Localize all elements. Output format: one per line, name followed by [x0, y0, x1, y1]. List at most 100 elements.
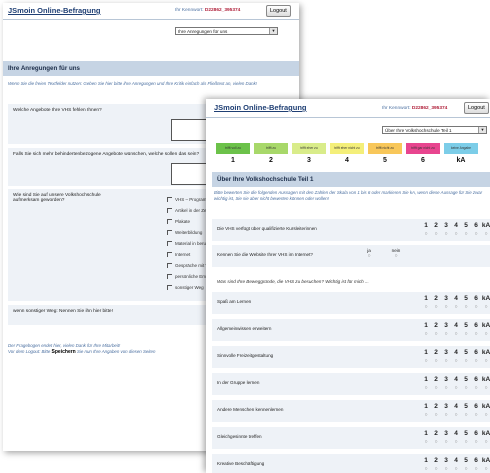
- scale-color-cell: trifft zu: [254, 143, 288, 154]
- question-missing-offers-label: Welche Angebote Ihre VHS fehlen Ihnen?: [13, 108, 102, 113]
- rating-radio[interactable]: ○: [480, 358, 490, 364]
- how-found-option-label: sonstiger Weg: [175, 285, 204, 290]
- rating-number: kA: [481, 222, 490, 229]
- scale-color-cell: trifft voll zu: [216, 143, 250, 154]
- front-section-select[interactable]: Über Ihre Volkshochschule Teil 1 ▼: [382, 126, 487, 134]
- checkbox[interactable]: [167, 263, 172, 269]
- motive-row-label: Sinnvolle Freizeitgestaltung: [217, 353, 274, 358]
- scale-number: 6: [421, 157, 425, 164]
- back-app-title[interactable]: JSmoin Online-Befragung: [8, 6, 101, 15]
- chevron-down-icon: ▼: [269, 28, 277, 34]
- how-found-option[interactable]: VHS – Programm: [167, 197, 211, 203]
- scale-color-cell: trifft nicht zu: [368, 143, 402, 154]
- how-found-option-label: Internet: [175, 252, 191, 257]
- rating-number: kA: [481, 403, 490, 410]
- how-found-option-label: Weiterbildung: [175, 230, 203, 235]
- how-found-option[interactable]: Weiterbildung: [167, 230, 203, 236]
- back-kennwort-value: D22862_395374: [204, 8, 241, 13]
- scale-number: kA: [456, 157, 466, 164]
- checkbox[interactable]: [167, 219, 172, 225]
- motive-row-label: Andere Menschen kennenlernen: [217, 407, 284, 412]
- back-logout-button[interactable]: Logout: [266, 5, 291, 17]
- scale-color-cell: trifft eher nicht zu: [330, 143, 364, 154]
- rating-radio[interactable]: ○: [480, 466, 490, 472]
- rating-number: kA: [481, 349, 490, 356]
- back-footer-line2-pre: Vor dem Logout: Bitte: [8, 349, 51, 354]
- rating-radio[interactable]: ○: [480, 231, 490, 237]
- back-footer-line2-post: Sie nun Ihre Angaben von diesen Seiten: [76, 349, 156, 354]
- scale-color-cell: keine Angabe: [444, 143, 478, 154]
- front-kennwort-label: Ihr Kennwort:: [382, 106, 411, 111]
- checkbox[interactable]: [167, 274, 172, 280]
- checkbox[interactable]: [167, 252, 172, 258]
- save-link[interactable]: Speichern: [52, 349, 76, 355]
- rating-radio[interactable]: ○: [480, 304, 490, 310]
- front-section-title: Über Ihre Volkshochschule Teil 1: [212, 172, 490, 187]
- checkbox[interactable]: [167, 197, 172, 203]
- front-logout-button[interactable]: Logout: [464, 102, 489, 114]
- question-website-label: Kennen Sie die Website Ihrer VHS im Inte…: [217, 252, 313, 257]
- motive-row: Spaß am Lernen 1 ○ 2 ○ 3 ○ 4 ○ 5 ○ 6 ○ kA ○: [212, 292, 490, 314]
- motive-row-label: In der Gruppe lernen: [217, 380, 260, 385]
- scale-number: 3: [307, 157, 311, 164]
- question-qualified-teachers: Die VHS verfügt über qualifizierte Kursl…: [212, 219, 490, 241]
- how-found-option-label: VHS – Programm: [175, 197, 211, 202]
- front-intro-text: Bitte bewerten Sie die folgenden Aussage…: [214, 190, 483, 201]
- checkbox[interactable]: [167, 230, 172, 236]
- question-qualified-teachers-label: Die VHS verfügt über qualifizierte Kursl…: [217, 226, 317, 231]
- how-found-option[interactable]: Plakate: [167, 219, 191, 225]
- rating-radio[interactable]: ○: [480, 412, 490, 418]
- front-topbar: JSmoin Online-Befragung Ihr Kennwort: D2…: [206, 99, 490, 118]
- front-kennwort: Ihr Kennwort: D22862_395374: [382, 106, 447, 111]
- how-found-option[interactable]: Material in berufl.: [167, 241, 210, 247]
- how-found-option[interactable]: Internet: [167, 252, 191, 258]
- scale-color-cell: trifft gar nicht zu: [406, 143, 440, 154]
- scale-number: 1: [231, 157, 235, 164]
- front-survey-window: JSmoin Online-Befragung Ihr Kennwort: D2…: [206, 99, 490, 473]
- scale-color-cell: trifft eher zu: [292, 143, 326, 154]
- motive-row: Kreative Beschäftigung 1 ○ 2 ○ 3 ○ 4 ○ 5 ○ 6 ○ kA ○: [212, 454, 490, 473]
- back-topbar: JSmoin Online-Befragung Ihr Kennwort: D2…: [3, 3, 299, 20]
- checkbox[interactable]: [167, 241, 172, 247]
- chevron-down-icon: ▼: [478, 127, 486, 133]
- rating-radio[interactable]: ○: [480, 331, 490, 337]
- website-no-option[interactable]: nein ○: [387, 248, 405, 259]
- scale-number: 4: [345, 157, 349, 164]
- radio-button[interactable]: ○: [360, 253, 378, 259]
- motive-row: Sinnvolle Freizeitgestaltung 1 ○ 2 ○ 3 ○ 4 ○ 5 ○ 6 ○…: [212, 346, 490, 368]
- how-found-option-label: Material in berufl.: [175, 241, 210, 246]
- website-yes-option[interactable]: ja ○: [360, 248, 378, 259]
- motives-heading: Was sind Ihre Beweggründe, die VHS zu be…: [217, 279, 369, 284]
- scale-number: 2: [269, 157, 273, 164]
- rating-number: kA: [481, 430, 490, 437]
- how-found-option-label: Plakate: [175, 219, 191, 224]
- rating-number: kA: [481, 322, 490, 329]
- rating-number: kA: [481, 457, 490, 464]
- rating-radio[interactable]: ○: [480, 439, 490, 445]
- rating-radio[interactable]: ○: [480, 385, 490, 391]
- motive-row: Andere Menschen kennenlernen 1 ○ 2 ○ 3 ○ 4 ○ 5 ○ 6 ○…: [212, 400, 490, 422]
- motive-row-label: Kreative Beschäftigung: [217, 461, 265, 466]
- back-section-select-value: Ihre Anregungen für uns: [178, 29, 228, 34]
- back-kennwort: Ihr Kennwort: D22862_395374: [175, 8, 240, 13]
- back-section-select[interactable]: Ihre Anregungen für uns ▼: [175, 27, 278, 35]
- how-found-option[interactable]: sonstiger Weg: [167, 285, 204, 291]
- front-app-title[interactable]: JSmoin Online-Befragung: [214, 103, 307, 112]
- checkbox[interactable]: [167, 208, 172, 214]
- question-website: Kennen Sie die Website Ihrer VHS im Inte…: [212, 245, 490, 267]
- back-intro-text: Wenn Sie die freien Textfelder nutzen: G…: [8, 81, 258, 86]
- question-disability-offers-label: Falls Sie sich mehr behindertenbezogene …: [13, 152, 200, 157]
- question-other-way-label: wenn sonstiger Weg: Nennen Sie ihn hier …: [13, 309, 113, 314]
- motive-row-label: Allgemeinwissen erweitern: [217, 326, 272, 331]
- back-section-title: Ihre Anregungen für uns: [3, 61, 299, 76]
- front-section-select-value: Über Ihre Volkshochschule Teil 1: [385, 128, 452, 133]
- checkbox[interactable]: [167, 285, 172, 291]
- motive-row: Allgemeinwissen erweitern 1 ○ 2 ○ 3 ○ 4 ○ 5 ○ 6 ○ kA ○: [212, 319, 490, 341]
- motive-row-label: Spaß am Lernen: [217, 299, 252, 304]
- scale-number: 5: [383, 157, 387, 164]
- question-how-found-label: Wie sind Sie auf unsere Volkshochschule …: [13, 193, 101, 203]
- motive-row: Gleichgesinnte treffen 1 ○ 2 ○ 3 ○ 4 ○ 5 ○ 6 ○ kA ○: [212, 427, 490, 449]
- radio-button[interactable]: ○: [387, 253, 405, 259]
- front-kennwort-value: D22862_395374: [411, 106, 448, 111]
- back-kennwort-label: Ihr Kennwort:: [175, 8, 204, 13]
